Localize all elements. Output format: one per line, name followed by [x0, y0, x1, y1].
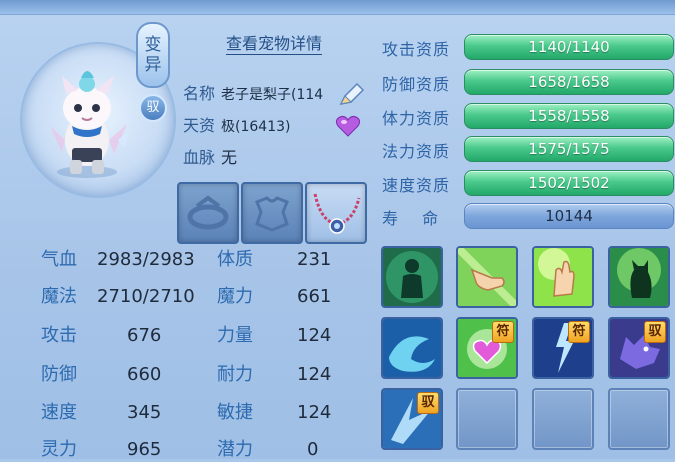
- pointing-hand-skill-icon: [458, 248, 516, 306]
- aptitude-label: 体力资质: [382, 109, 451, 128]
- skill-slot[interactable]: 驭: [381, 388, 443, 450]
- mutation-badge: 变异: [136, 22, 170, 88]
- aptitude-value: 1502/1502: [528, 174, 610, 192]
- stat-label: 耐力: [217, 364, 253, 385]
- empty-skill-slot[interactable]: [532, 388, 594, 450]
- aptitude-label: 攻击资质: [382, 40, 451, 59]
- aptitude-label: 速度资质: [382, 176, 451, 195]
- lifespan-label: 寿 命: [382, 209, 440, 228]
- heart-icon[interactable]: [335, 114, 361, 138]
- pet-name-row: 名称 老子是梨子(114: [183, 84, 323, 105]
- stat-value: 2983/2983: [97, 249, 195, 270]
- pet-name-value: 老子是梨子(114: [221, 87, 324, 103]
- stat-label: 防御: [41, 364, 77, 385]
- skill-slot[interactable]: [381, 317, 443, 379]
- aptitude-row: 速度资质 1502/1502: [382, 170, 674, 196]
- equip-slot-necklace[interactable]: [305, 182, 367, 244]
- stat-label: 灵力: [41, 439, 77, 460]
- lifespan-value: 10144: [545, 207, 593, 225]
- aptitude-bar: 1502/1502: [464, 170, 674, 196]
- talisman-tag: 符: [492, 321, 514, 343]
- aptitude-bar: 1140/1140: [464, 34, 674, 60]
- skill-slot[interactable]: [456, 246, 518, 308]
- stat-label: 体质: [217, 249, 253, 270]
- pet-bloodline-value: 无: [221, 148, 238, 167]
- lifespan-bar: 10144: [464, 203, 674, 229]
- aptitude-bar: 1575/1575: [464, 136, 674, 162]
- aptitude-row: 法力资质 1575/1575: [382, 136, 674, 162]
- aptitude-bar: 1558/1558: [464, 103, 674, 129]
- stat-label: 气血: [41, 249, 77, 270]
- stat-value: 124: [297, 402, 332, 423]
- aptitude-value: 1575/1575: [528, 140, 610, 158]
- tame-tag: 驭: [417, 392, 439, 414]
- stat-label: 潜力: [217, 439, 253, 460]
- empty-skill-slot[interactable]: [608, 388, 670, 450]
- aptitude-value: 1140/1140: [528, 38, 610, 56]
- title-strip: [0, 0, 675, 15]
- lifespan-row: 寿 命 10144: [382, 203, 674, 229]
- stat-value: 2710/2710: [97, 286, 195, 307]
- pet-panel: 变异 驭 查看宠物详情 名称老子是梨子(114 天资极(16413) 血脉无: [0, 0, 675, 460]
- cat-silhouette-skill-icon: [610, 248, 668, 306]
- equip-slot-ring[interactable]: [177, 182, 239, 244]
- pet-talent-value: 极(16413): [221, 119, 291, 135]
- stat-value: 231: [297, 249, 332, 270]
- stat-value: 345: [127, 402, 162, 423]
- skill-slot[interactable]: [532, 246, 594, 308]
- skill-slot[interactable]: [608, 246, 670, 308]
- tame-badge: 驭: [139, 94, 167, 122]
- skill-slot[interactable]: [381, 246, 443, 308]
- pet-info-area: 变异 驭 查看宠物详情 名称老子是梨子(114 天资极(16413) 血脉无: [0, 14, 372, 460]
- aptitude-label: 防御资质: [382, 75, 451, 94]
- tame-tag: 驭: [644, 321, 666, 343]
- pet-name-label: 名称: [183, 84, 216, 103]
- pet-portrait: [50, 71, 130, 178]
- skill-slot[interactable]: 符: [456, 317, 518, 379]
- ghost-figure-skill-icon: [383, 248, 441, 306]
- equip-slot-armor[interactable]: [241, 182, 303, 244]
- aptitude-value: 1658/1658: [528, 73, 610, 91]
- palm-hand-skill-icon: [534, 248, 592, 306]
- empty-skill-slot[interactable]: [456, 388, 518, 450]
- necklace-icon: [313, 193, 361, 234]
- stat-value: 661: [297, 286, 332, 307]
- stat-value: 124: [297, 364, 332, 385]
- stat-label: 力量: [217, 325, 253, 346]
- rename-pencil-icon[interactable]: [337, 82, 365, 108]
- aptitude-row: 攻击资质 1140/1140: [382, 34, 674, 60]
- stat-value: 965: [127, 439, 162, 460]
- water-wave-skill-icon: [383, 319, 441, 377]
- pet-talent-label: 天资: [183, 116, 216, 135]
- pet-bloodline-label: 血脉: [183, 148, 216, 167]
- stat-value: 0: [307, 439, 319, 460]
- skill-slot[interactable]: 符: [532, 317, 594, 379]
- talisman-tag: 符: [568, 321, 590, 343]
- aptitude-row: 体力资质 1558/1558: [382, 103, 674, 129]
- pet-talent-row: 天资 极(16413): [183, 116, 290, 137]
- stat-label: 魔法: [41, 286, 77, 307]
- aptitude-value: 1558/1558: [528, 107, 610, 125]
- stat-label: 魔力: [217, 286, 253, 307]
- aptitude-label: 法力资质: [382, 142, 451, 161]
- view-pet-details-link[interactable]: 查看宠物详情: [226, 34, 323, 55]
- stat-value: 124: [297, 325, 332, 346]
- aptitude-skill-area: 攻击资质 1140/1140 防御资质 1658/1658 体力资质 1558/…: [372, 14, 675, 459]
- stat-label: 攻击: [41, 325, 77, 346]
- aptitude-row: 防御资质 1658/1658: [382, 69, 674, 95]
- stat-label: 速度: [41, 402, 77, 423]
- skill-slot[interactable]: 驭: [608, 317, 670, 379]
- stat-label: 敏捷: [217, 402, 253, 423]
- stat-value: 676: [127, 325, 162, 346]
- aptitude-bar: 1658/1658: [464, 69, 674, 95]
- mutation-badge-text: 变异: [144, 35, 162, 75]
- stat-value: 660: [127, 364, 162, 385]
- ring-icon: [187, 195, 229, 230]
- pet-bloodline-row: 血脉无: [183, 148, 237, 168]
- armor-icon: [255, 196, 289, 232]
